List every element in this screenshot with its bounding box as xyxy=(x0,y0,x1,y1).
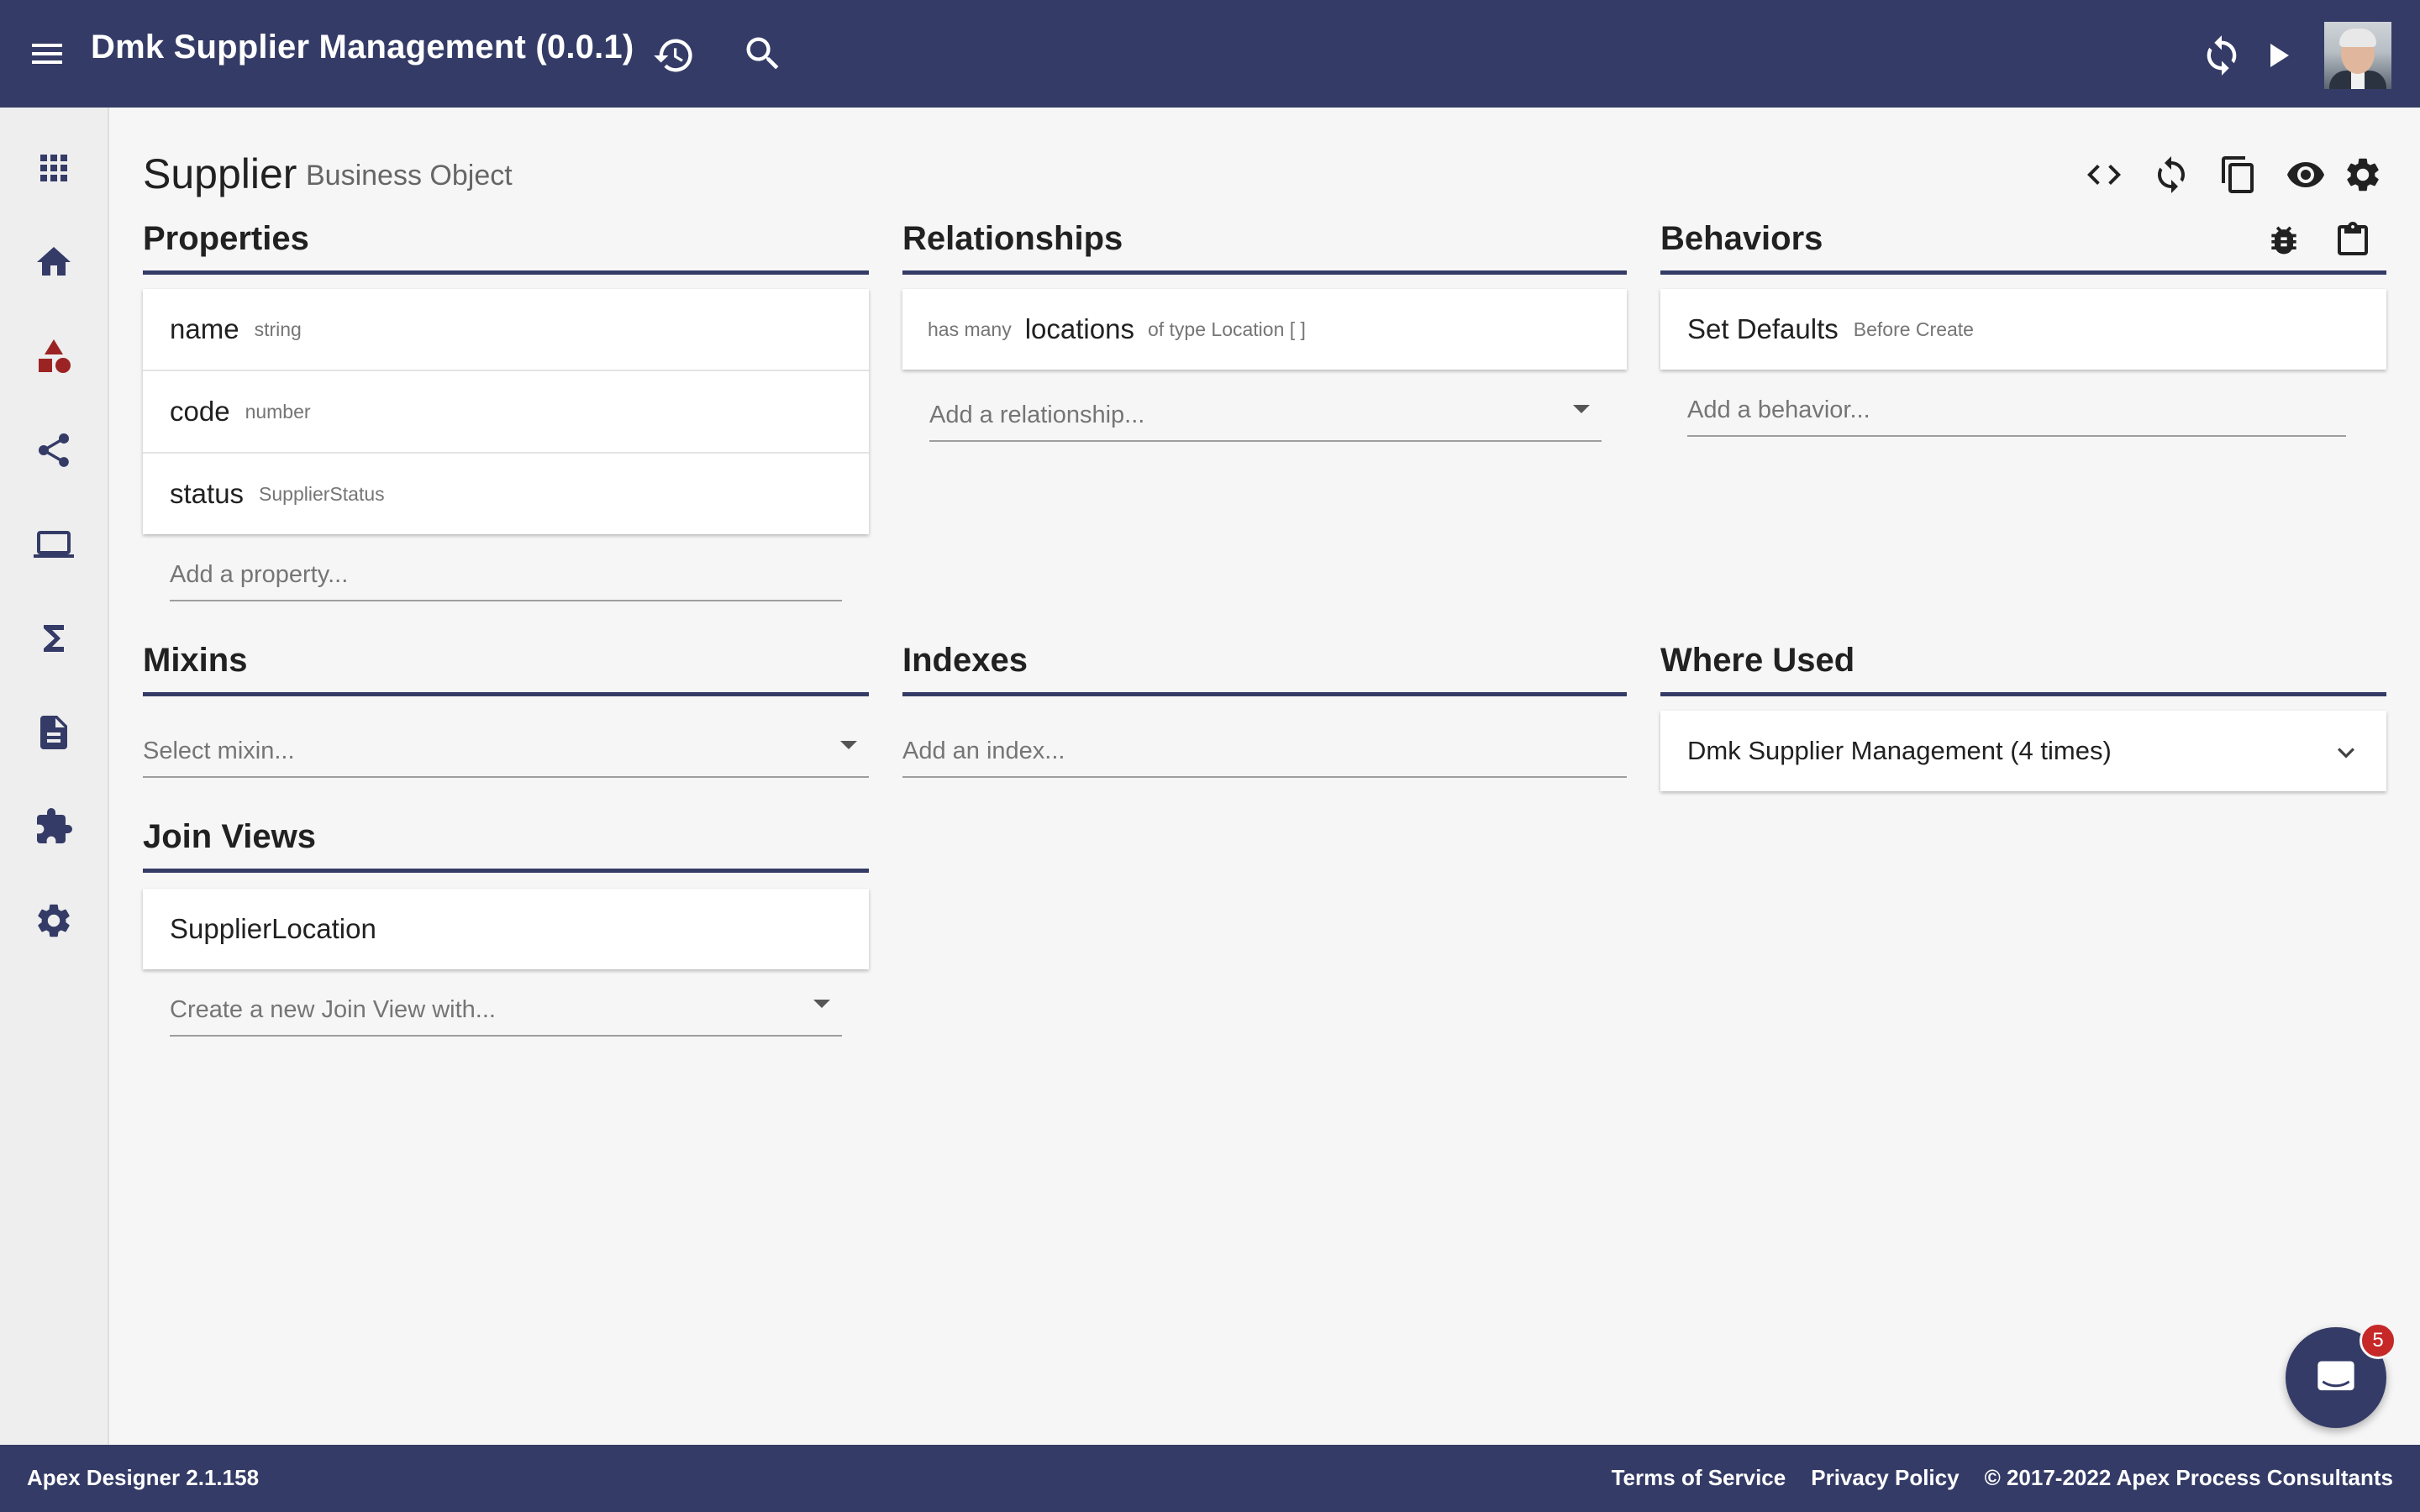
create-join-view-placeholder: Create a new Join View with... xyxy=(170,996,496,1023)
play-icon[interactable] xyxy=(2257,35,2297,76)
file-icon[interactable] xyxy=(34,712,74,753)
eye-icon[interactable] xyxy=(2286,155,2326,195)
code-icon[interactable] xyxy=(2084,155,2124,195)
relationship-row[interactable]: has many locations of type Location [ ] xyxy=(902,289,1627,370)
shapes-icon[interactable] xyxy=(34,336,74,376)
join-views-divider xyxy=(143,869,869,873)
behavior-row[interactable]: Set Defaults Before Create xyxy=(1660,289,2386,370)
footer-links: Terms of Service Privacy Policy © 2017-2… xyxy=(1612,1465,2393,1491)
where-used-panel[interactable]: Dmk Supplier Management (4 times) xyxy=(1660,711,2386,791)
relationships-list: has many locations of type Location [ ] xyxy=(902,289,1627,370)
privacy-policy-link[interactable]: Privacy Policy xyxy=(1811,1465,1959,1491)
bug-icon[interactable] xyxy=(2265,222,2302,259)
copyright-text: © 2017-2022 Apex Process Consultants xyxy=(1984,1465,2393,1490)
property-name: name xyxy=(170,313,239,344)
select-mixin-dropdown[interactable]: Select mixin... xyxy=(143,722,869,778)
add-behavior-input[interactable]: Add a behavior... xyxy=(1687,381,2346,437)
sigma-icon[interactable] xyxy=(34,618,74,659)
create-join-view-select[interactable]: Create a new Join View with... xyxy=(170,981,842,1037)
property-type: string xyxy=(254,318,302,340)
chevron-down-icon[interactable] xyxy=(2329,736,2363,769)
add-property-input[interactable]: Add a property... xyxy=(170,546,842,601)
join-views-heading: Join Views xyxy=(143,818,317,855)
avatar-hair xyxy=(2339,29,2376,47)
apps-icon[interactable] xyxy=(34,148,74,188)
sync-icon[interactable] xyxy=(2151,155,2191,195)
behaviors-heading: Behaviors xyxy=(1660,220,1823,257)
relationship-cardinality: has many xyxy=(928,318,1012,340)
behaviors-divider xyxy=(1660,270,2386,275)
add-behavior-placeholder: Add a behavior... xyxy=(1687,396,1870,423)
relationship-type: of type Location [ ] xyxy=(1147,318,1306,340)
chat-launcher-button[interactable]: 5 xyxy=(2286,1322,2396,1428)
property-row[interactable]: status SupplierStatus xyxy=(143,454,869,534)
property-name: status xyxy=(170,478,245,509)
footer: Apex Designer 2.1.158 Terms of Service P… xyxy=(0,1445,2420,1512)
where-used-divider xyxy=(1660,692,2386,696)
property-type: SupplierStatus xyxy=(259,482,385,505)
gear-icon[interactable] xyxy=(2343,155,2383,195)
mixins-heading: Mixins xyxy=(143,642,248,679)
terms-of-service-link[interactable]: Terms of Service xyxy=(1612,1465,1786,1491)
properties-heading: Properties xyxy=(143,220,309,257)
where-used-heading: Where Used xyxy=(1660,642,1855,679)
join-view-name: SupplierLocation xyxy=(170,913,376,944)
behaviors-list: Set Defaults Before Create xyxy=(1660,289,2386,370)
notification-badge: 5 xyxy=(2360,1322,2396,1359)
where-used-item[interactable]: Dmk Supplier Management (4 times) xyxy=(1660,711,2386,791)
search-icon[interactable] xyxy=(741,32,785,76)
sync-icon[interactable] xyxy=(2200,34,2244,77)
clipboard-icon[interactable] xyxy=(2333,220,2373,260)
add-index-input[interactable]: Add an index... xyxy=(902,722,1627,778)
history-icon[interactable] xyxy=(652,34,696,77)
properties-list: name string code number status SupplierS… xyxy=(143,289,869,534)
add-relationship-select[interactable]: Add a relationship... xyxy=(929,386,1602,442)
behavior-when: Before Create xyxy=(1853,318,1974,340)
dropdown-arrow-icon xyxy=(1573,405,1590,413)
add-relationship-placeholder: Add a relationship... xyxy=(929,402,1145,428)
relationship-name: locations xyxy=(1024,313,1134,344)
dropdown-arrow-icon xyxy=(840,741,857,749)
property-name: code xyxy=(170,396,230,427)
copy-icon[interactable] xyxy=(2218,155,2259,195)
app-version: Apex Designer 2.1.158 xyxy=(27,1465,260,1490)
property-row[interactable]: code number xyxy=(143,371,869,454)
dropdown-arrow-icon xyxy=(813,1000,830,1008)
indexes-heading: Indexes xyxy=(902,642,1028,679)
select-mixin-placeholder: Select mixin... xyxy=(143,738,295,764)
side-nav xyxy=(0,108,109,1445)
properties-divider xyxy=(143,270,869,275)
behavior-name: Set Defaults xyxy=(1687,313,1839,344)
mixins-divider xyxy=(143,692,869,696)
join-view-row[interactable]: SupplierLocation xyxy=(143,889,869,969)
join-views-list: SupplierLocation xyxy=(143,889,869,969)
puzzle-icon[interactable] xyxy=(34,806,74,847)
page-subtitle: Business Object xyxy=(306,160,513,192)
laptop-icon[interactable] xyxy=(34,524,74,564)
avatar[interactable] xyxy=(2324,22,2391,89)
top-app-bar: Dmk Supplier Management (0.0.1) xyxy=(0,0,2420,108)
chat-icon xyxy=(2314,1356,2358,1399)
menu-icon[interactable] xyxy=(27,34,67,74)
share-icon[interactable] xyxy=(34,430,74,470)
relationships-heading: Relationships xyxy=(902,220,1123,257)
add-property-placeholder: Add a property... xyxy=(170,561,349,588)
gear-icon[interactable] xyxy=(34,900,74,941)
indexes-divider xyxy=(902,692,1627,696)
app-title[interactable]: Dmk Supplier Management (0.0.1) xyxy=(91,29,634,66)
where-used-label: Dmk Supplier Management (4 times) xyxy=(1687,736,2112,765)
relationships-divider xyxy=(902,270,1627,275)
property-type: number xyxy=(245,400,311,423)
property-row[interactable]: name string xyxy=(143,289,869,371)
add-index-placeholder: Add an index... xyxy=(902,738,1065,764)
page-title: Supplier xyxy=(143,150,297,197)
home-icon[interactable] xyxy=(34,242,74,282)
